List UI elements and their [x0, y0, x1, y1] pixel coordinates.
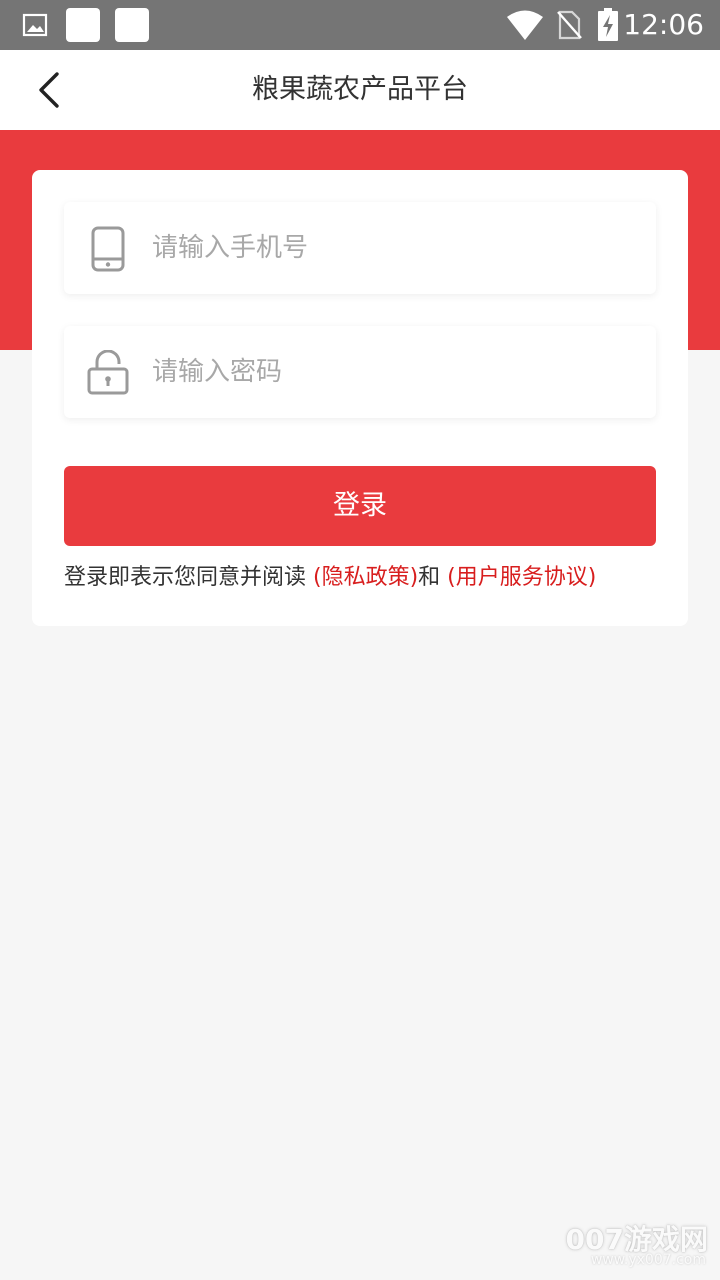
- notification-square-icon: [115, 8, 149, 42]
- gallery-icon: [22, 13, 48, 37]
- login-card: 登录 登录即表示您同意并阅读 (隐私政策)和 (用户服务协议): [32, 170, 688, 626]
- notification-square-icon: [66, 8, 100, 42]
- status-bar: 12:06: [0, 0, 720, 50]
- phone-input[interactable]: [152, 202, 632, 294]
- agreement-connector: 和: [418, 565, 448, 590]
- privacy-policy-link[interactable]: (隐私政策): [313, 565, 418, 590]
- wifi-icon: [507, 10, 543, 40]
- watermark: 007游戏网 www.yx007.com: [566, 1218, 712, 1274]
- watermark-url: www.yx007.com: [590, 1252, 706, 1268]
- password-input[interactable]: [152, 326, 632, 418]
- phone-icon: [91, 226, 125, 272]
- app-bar: 粮果蔬农产品平台: [0, 50, 720, 130]
- lock-icon: [87, 350, 129, 395]
- agreement-text: 登录即表示您同意并阅读 (隐私政策)和 (用户服务协议): [64, 562, 664, 594]
- login-button[interactable]: 登录: [64, 466, 656, 546]
- agreement-prefix: 登录即表示您同意并阅读: [64, 565, 313, 590]
- status-time: 12:06: [623, 8, 704, 41]
- page-title: 粮果蔬农产品平台: [252, 74, 468, 105]
- password-field-row[interactable]: [64, 326, 656, 418]
- battery-charging-icon: [598, 8, 618, 41]
- terms-of-service-link[interactable]: (用户服务协议): [447, 565, 596, 590]
- no-sim-icon: [557, 10, 582, 40]
- phone-field-row[interactable]: [64, 202, 656, 294]
